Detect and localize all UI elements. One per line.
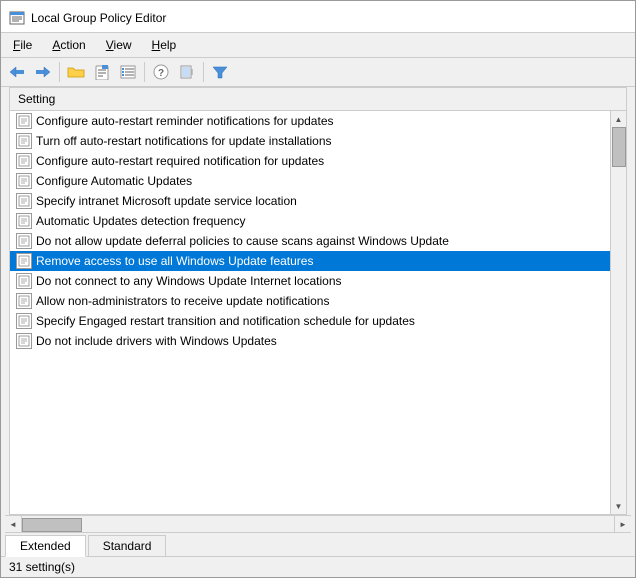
scroll-thumb[interactable]	[612, 127, 626, 167]
setting-icon	[16, 233, 32, 249]
list-item[interactable]: Configure Automatic Updates	[10, 171, 610, 191]
setting-icon	[16, 293, 32, 309]
list-item[interactable]: Remove access to use all Windows Update …	[10, 251, 610, 271]
setting-icon	[16, 133, 32, 149]
setting-label: Configure Automatic Updates	[36, 174, 192, 188]
h-scroll-thumb[interactable]	[22, 518, 82, 532]
list-item[interactable]: Configure auto-restart required notifica…	[10, 151, 610, 171]
setting-label: Configure auto-restart reminder notifica…	[36, 114, 334, 128]
menu-view[interactable]: View	[98, 35, 140, 55]
horizontal-scrollbar: ◄ ►	[5, 515, 631, 533]
setting-icon	[16, 173, 32, 189]
column-header-label: Setting	[18, 92, 55, 106]
list-item[interactable]: Specify Engaged restart transition and n…	[10, 311, 610, 331]
setting-icon	[16, 193, 32, 209]
folder-button[interactable]	[64, 61, 88, 83]
tab-standard[interactable]: Standard	[88, 535, 167, 556]
menu-action[interactable]: Action	[44, 35, 93, 55]
forward-button[interactable]	[31, 61, 55, 83]
setting-icon	[16, 113, 32, 129]
vertical-scrollbar: ▲ ▼	[610, 111, 626, 514]
tab-extended[interactable]: Extended	[5, 535, 86, 557]
scroll-down-button[interactable]: ▼	[611, 498, 627, 514]
scroll-right-button[interactable]: ►	[615, 516, 631, 532]
filter-button[interactable]	[208, 61, 232, 83]
list-item[interactable]: Turn off auto-restart notifications for …	[10, 131, 610, 151]
list-item[interactable]: Automatic Updates detection frequency	[10, 211, 610, 231]
column-header: Setting	[10, 88, 626, 111]
title-bar: Local Group Policy Editor	[1, 1, 635, 33]
scroll-up-button[interactable]: ▲	[611, 111, 627, 127]
scroll-thumb-area	[611, 127, 626, 498]
setting-label: Remove access to use all Windows Update …	[36, 254, 313, 268]
list-item[interactable]: Do not include drivers with Windows Upda…	[10, 331, 610, 351]
setting-icon	[16, 153, 32, 169]
setting-icon	[16, 273, 32, 289]
setting-label: Automatic Updates detection frequency	[36, 214, 245, 228]
setting-label: Allow non-administrators to receive upda…	[36, 294, 329, 308]
separator-2	[144, 62, 145, 82]
setting-icon	[16, 313, 32, 329]
setting-icon	[16, 253, 32, 269]
setting-label: Do not connect to any Windows Update Int…	[36, 274, 342, 288]
h-scroll-track	[21, 516, 615, 532]
setting-label: Do not allow update deferral policies to…	[36, 234, 449, 248]
setting-label: Specify Engaged restart transition and n…	[36, 314, 415, 328]
setting-icon	[16, 213, 32, 229]
window-title: Local Group Policy Editor	[31, 11, 166, 25]
list-item[interactable]: Do not allow update deferral policies to…	[10, 231, 610, 251]
properties-button[interactable]	[90, 61, 114, 83]
list-item[interactable]: Configure auto-restart reminder notifica…	[10, 111, 610, 131]
help-button[interactable]: ?	[149, 61, 173, 83]
menu-file[interactable]: File	[5, 35, 40, 55]
status-text: 31 setting(s)	[9, 560, 75, 574]
menu-bar: File Action View Help	[1, 33, 635, 58]
setting-label: Do not include drivers with Windows Upda…	[36, 334, 277, 348]
scroll-left-button[interactable]: ◄	[5, 516, 21, 532]
setting-label: Specify intranet Microsoft update servic…	[36, 194, 297, 208]
toolbar: ?	[1, 58, 635, 87]
setting-label: Turn off auto-restart notifications for …	[36, 134, 332, 148]
list-item[interactable]: Allow non-administrators to receive upda…	[10, 291, 610, 311]
svg-text:?: ?	[158, 68, 164, 79]
list-item[interactable]: Do not connect to any Windows Update Int…	[10, 271, 610, 291]
app-icon	[9, 10, 25, 26]
settings-list[interactable]: Configure auto-restart reminder notifica…	[10, 111, 610, 514]
status-bar: 31 setting(s)	[1, 557, 635, 577]
menu-help[interactable]: Help	[144, 35, 185, 55]
content-pane: Setting Configure auto-restart reminder …	[10, 88, 626, 514]
main-content: Setting Configure auto-restart reminder …	[9, 87, 627, 515]
separator-1	[59, 62, 60, 82]
setting-icon	[16, 333, 32, 349]
list-item[interactable]: Specify intranet Microsoft update servic…	[10, 191, 610, 211]
list-button[interactable]	[116, 61, 140, 83]
separator-3	[203, 62, 204, 82]
setting-label: Configure auto-restart required notifica…	[36, 154, 324, 168]
window: Local Group Policy Editor File Action Vi…	[0, 0, 636, 578]
back-button[interactable]	[5, 61, 29, 83]
tabs-bar: Extended Standard	[1, 533, 635, 557]
export-button[interactable]	[175, 61, 199, 83]
